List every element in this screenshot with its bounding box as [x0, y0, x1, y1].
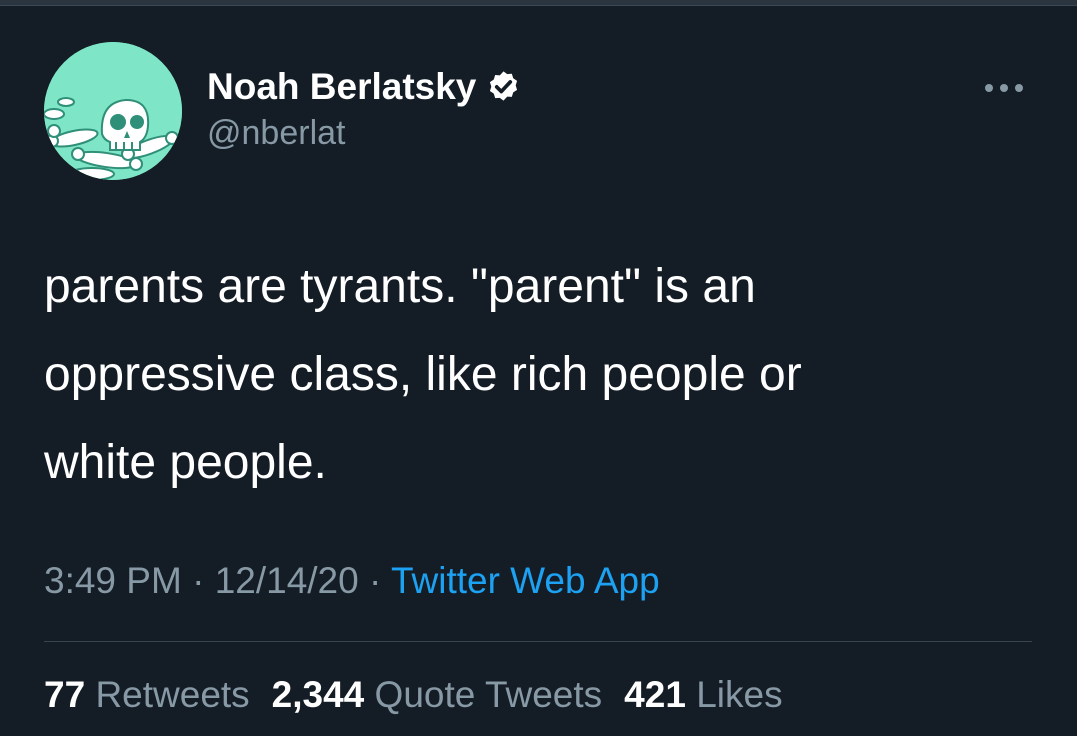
likes-stat[interactable]: 421 Likes — [624, 674, 782, 716]
more-options-icon[interactable] — [979, 76, 1029, 100]
tweet-meta: 3:49 PM · 12/14/20 · Twitter Web App — [44, 560, 660, 602]
quote-tweets-label: Quote Tweets — [374, 674, 603, 715]
author-handle[interactable]: @nberlat — [207, 114, 345, 153]
meta-separator: · — [358, 560, 391, 601]
author-name-text: Noah Berlatsky — [207, 66, 477, 107]
likes-label: Likes — [696, 674, 783, 715]
tweet-card: Noah Berlatsky @nberlat parents are tyra… — [0, 0, 1077, 736]
verified-badge-icon — [485, 69, 522, 106]
skull-and-bones-avatar-icon — [44, 42, 182, 180]
meta-separator: · — [181, 560, 215, 601]
author-display-name[interactable]: Noah Berlatsky — [207, 66, 522, 108]
likes-count: 421 — [624, 674, 686, 715]
retweets-label: Retweets — [95, 674, 250, 715]
divider — [44, 641, 1032, 642]
tweet-stats: 77 Retweets 2,344 Quote Tweets 421 Likes — [44, 674, 805, 716]
quote-tweets-count: 2,344 — [271, 674, 365, 715]
tweet-date[interactable]: 12/14/20 — [215, 560, 359, 601]
quote-tweets-stat[interactable]: 2,344 Quote Tweets — [272, 674, 603, 716]
tweet-source-link[interactable]: Twitter Web App — [391, 560, 660, 601]
tweet-time[interactable]: 3:49 PM — [44, 560, 182, 601]
retweets-count: 77 — [44, 674, 86, 715]
avatar[interactable] — [44, 42, 182, 180]
tweet-text: parents are tyrants. "parent" is an oppr… — [44, 260, 802, 489]
retweets-stat[interactable]: 77 Retweets — [44, 674, 250, 716]
